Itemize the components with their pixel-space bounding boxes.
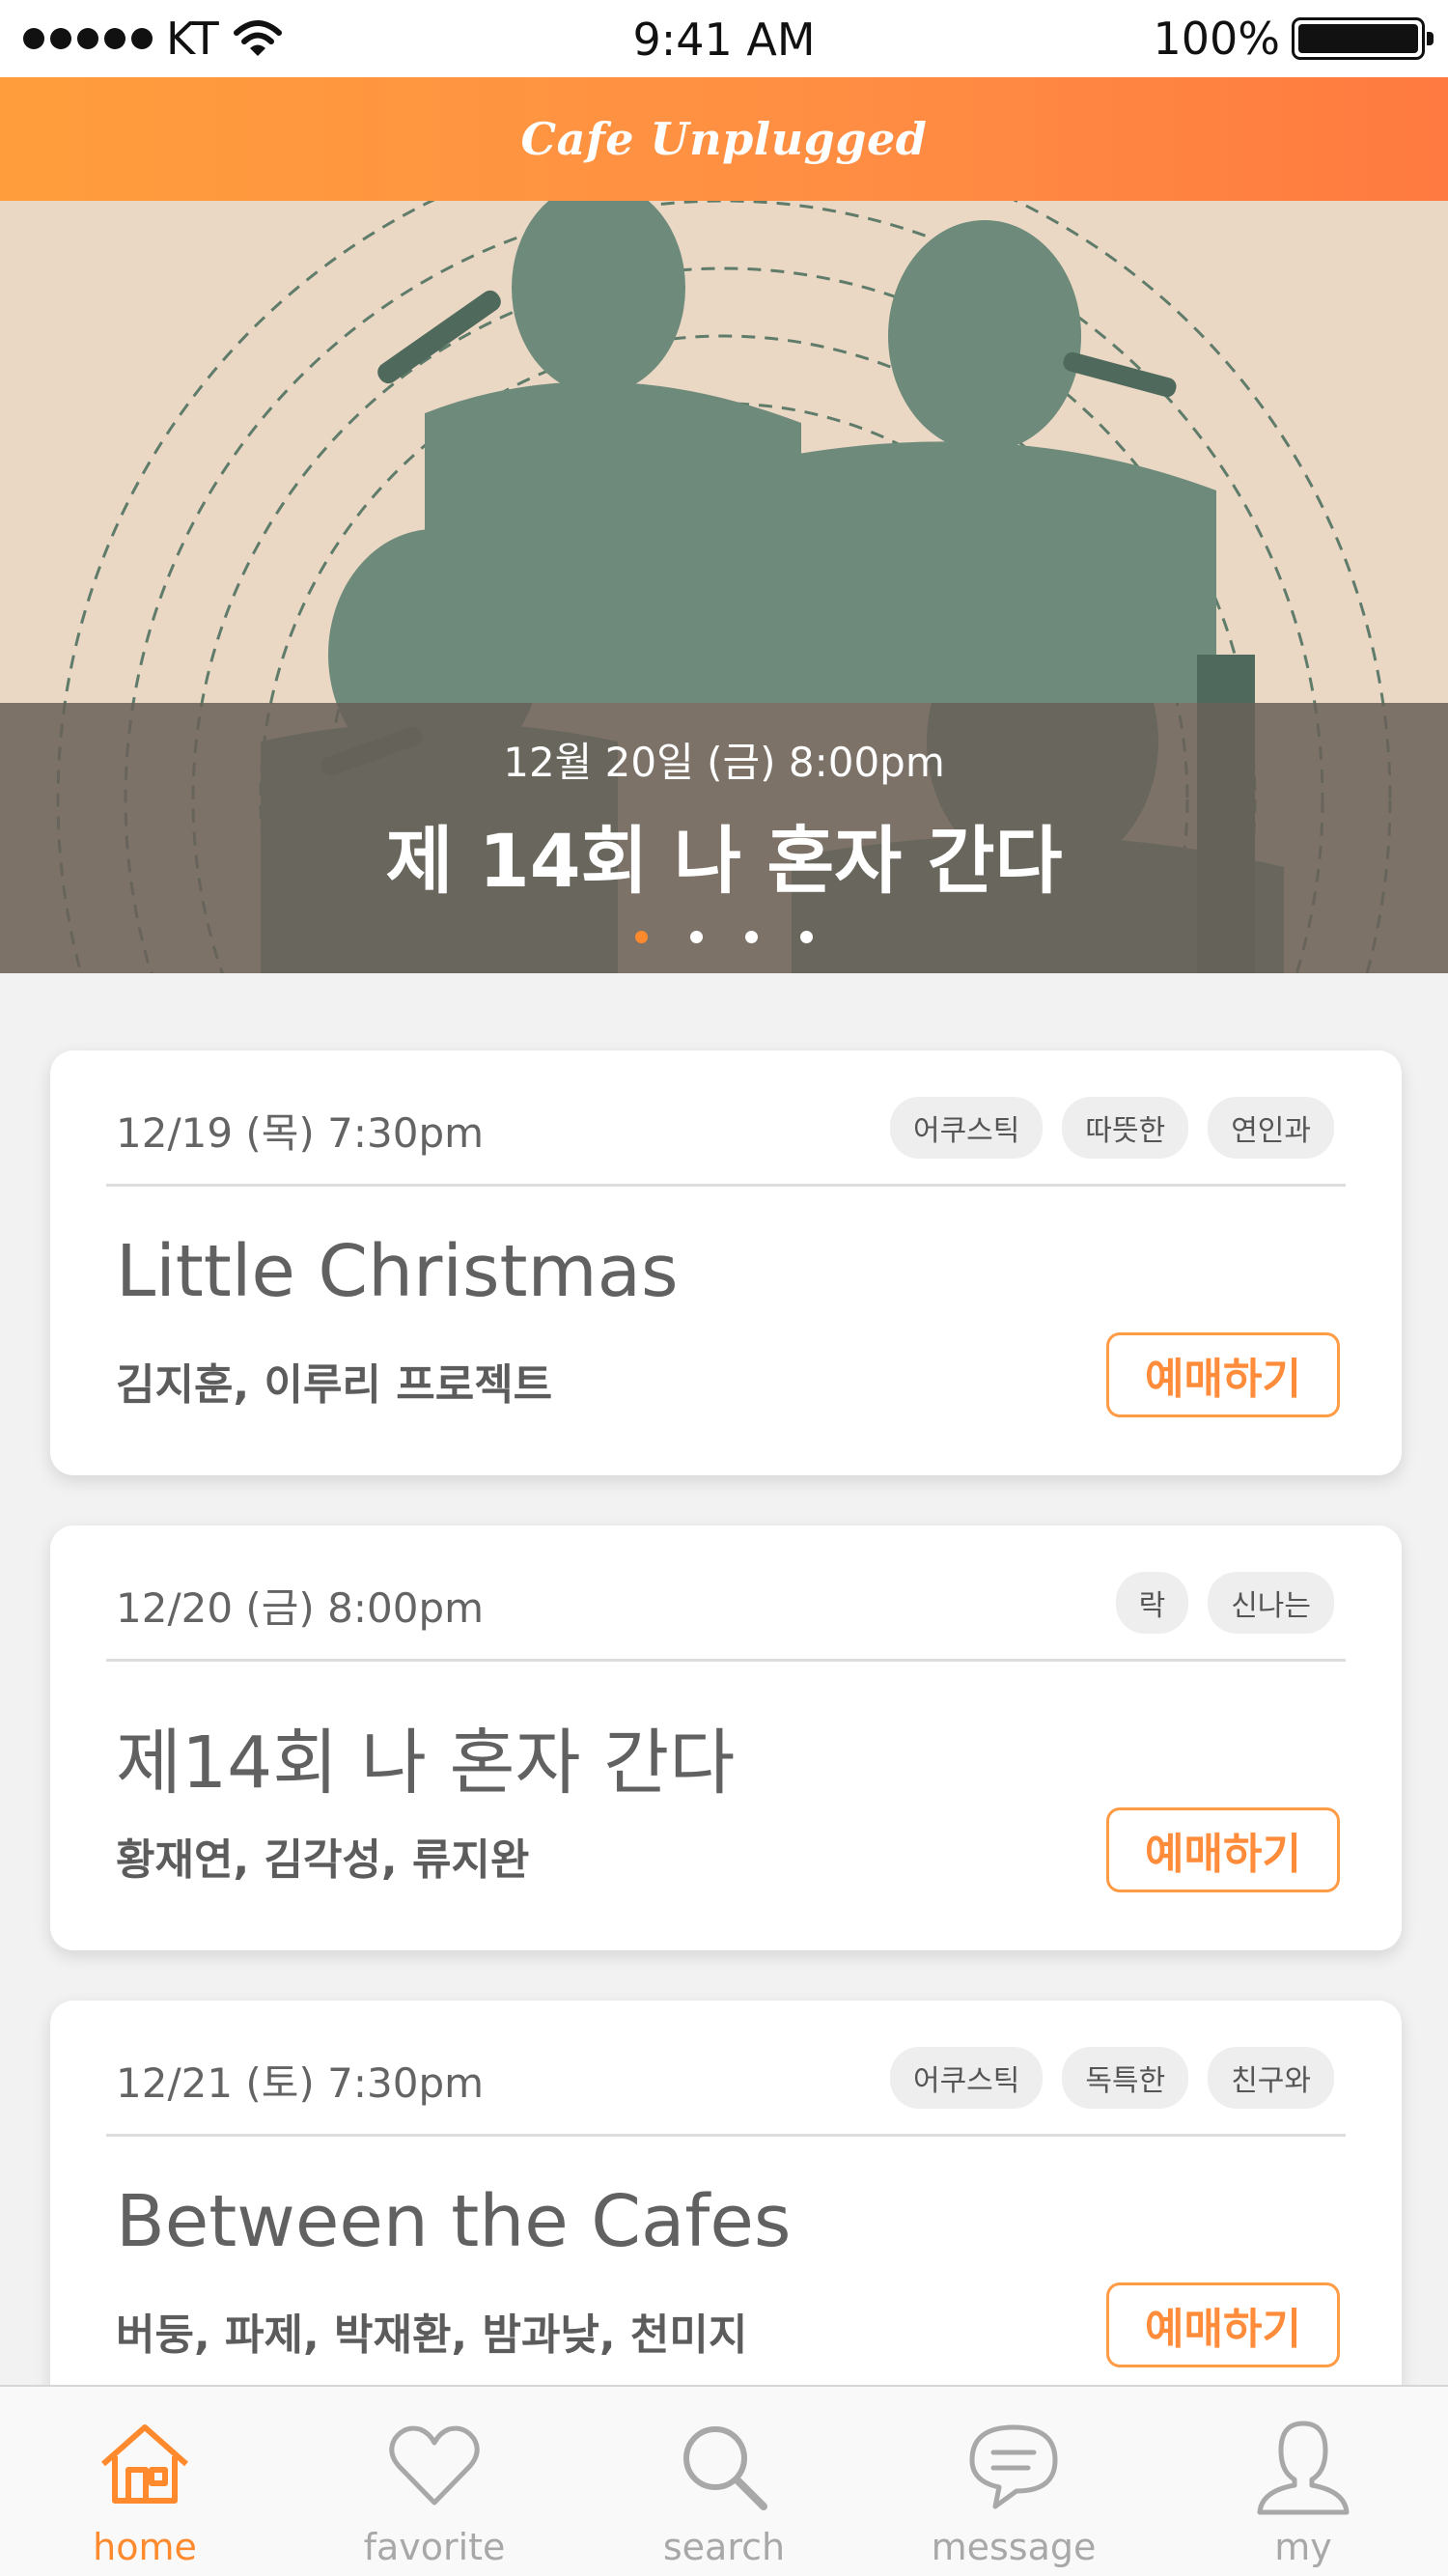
event-card[interactable]: 12/20 (금) 8:00pm 락 신나는 제14회 나 혼자 간다 황재연,… <box>50 1526 1402 1950</box>
heart-icon <box>389 2425 480 2506</box>
carousel-dot-2[interactable] <box>690 931 703 943</box>
wifi-icon <box>233 20 282 56</box>
carousel-dot-1[interactable] <box>635 931 648 943</box>
event-date: 12/19 (목) 7:30pm <box>116 1109 485 1157</box>
event-tags: 락 신나는 <box>1115 1572 1334 1634</box>
tab-search[interactable]: search <box>579 2387 869 2576</box>
message-icon <box>969 2424 1058 2509</box>
card-divider <box>106 1659 1346 1662</box>
tab-home[interactable]: home <box>0 2387 290 2576</box>
signal-icon <box>23 28 153 49</box>
tab-my[interactable]: my <box>1158 2387 1448 2576</box>
carrier-label: KT <box>166 13 219 65</box>
event-date: 12/21 (토) 7:30pm <box>116 2059 485 2107</box>
event-tags: 어쿠스틱 독특한 친구와 <box>889 2047 1334 2109</box>
carousel-dot-4[interactable] <box>800 931 813 943</box>
status-right: 100% <box>1153 13 1434 65</box>
event-artists: 버둥, 파제, 박재환, 밤과낮, 천미지 <box>116 2310 748 2360</box>
event-tags: 어쿠스틱 따뜻한 연인과 <box>889 1097 1334 1159</box>
app-title: Cafe Unplugged <box>520 113 928 165</box>
hero-banner[interactable]: 12월 20일 (금) 8:00pm 제 14회 나 혼자 간다 <box>0 201 1448 973</box>
event-title: 제14회 나 혼자 간다 <box>116 1722 736 1805</box>
event-artists: 황재연, 김각성, 류지완 <box>116 1835 530 1885</box>
card-divider <box>106 1184 1346 1187</box>
event-tag: 신나는 <box>1208 1572 1334 1634</box>
event-tag: 독특한 <box>1062 2047 1189 2109</box>
event-artists: 김지훈, 이루리 프로젝트 <box>116 1360 553 1410</box>
home-icon <box>101 2424 188 2504</box>
event-tag: 친구와 <box>1208 2047 1334 2109</box>
book-ticket-button[interactable]: 예매하기 <box>1106 1332 1340 1417</box>
profile-icon <box>1257 2421 1350 2515</box>
tab-label: home <box>93 2526 197 2568</box>
tab-message[interactable]: message <box>869 2387 1158 2576</box>
event-tag: 락 <box>1115 1572 1189 1634</box>
search-icon <box>683 2426 767 2510</box>
event-card[interactable]: 12/19 (목) 7:30pm 어쿠스틱 따뜻한 연인과 Little Chr… <box>50 1050 1402 1475</box>
event-tag: 연인과 <box>1208 1097 1334 1159</box>
app-header: Cafe Unplugged <box>0 77 1448 201</box>
event-card[interactable]: 12/21 (토) 7:30pm 어쿠스틱 독특한 친구와 Between th… <box>50 2001 1402 2425</box>
carousel-dot-3[interactable] <box>745 931 758 943</box>
tab-label: message <box>931 2526 1097 2568</box>
event-tag: 따뜻한 <box>1062 1097 1189 1159</box>
tab-label: favorite <box>363 2526 506 2568</box>
status-bar: KT 9:41 AM 100% <box>0 0 1448 77</box>
book-ticket-button[interactable]: 예매하기 <box>1106 2282 1340 2367</box>
hero-title: 제 14회 나 혼자 간다 <box>385 818 1063 904</box>
event-tag: 어쿠스틱 <box>889 2047 1044 2109</box>
battery-icon <box>1292 17 1434 60</box>
event-tag: 어쿠스틱 <box>889 1097 1044 1159</box>
tab-label: search <box>662 2526 786 2568</box>
tab-bar: home favorite search message my <box>0 2385 1448 2576</box>
status-left: KT <box>23 13 283 65</box>
event-title: Little Christmas <box>116 1230 679 1313</box>
hero-date: 12월 20일 (금) 8:00pm <box>503 739 945 786</box>
tab-label: my <box>1274 2526 1332 2568</box>
carousel-dots[interactable] <box>0 931 1448 943</box>
card-divider <box>106 2134 1346 2137</box>
battery-percentage: 100% <box>1153 13 1280 65</box>
event-date: 12/20 (금) 8:00pm <box>116 1584 485 1632</box>
event-title: Between the Cafes <box>116 2180 792 2263</box>
book-ticket-button[interactable]: 예매하기 <box>1106 1807 1340 1892</box>
tab-favorite[interactable]: favorite <box>290 2387 579 2576</box>
